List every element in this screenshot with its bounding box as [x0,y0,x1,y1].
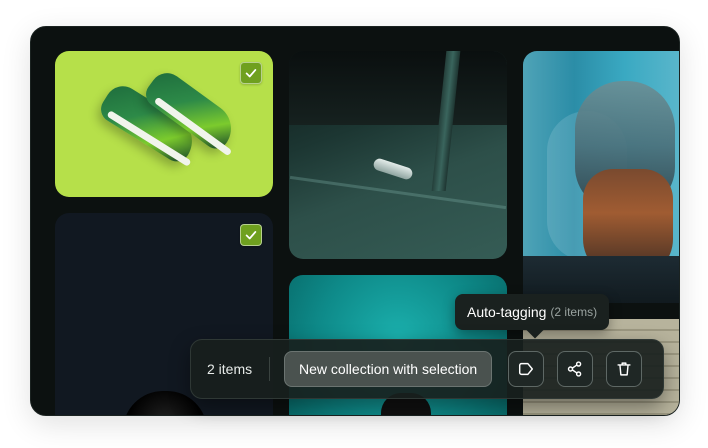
tooltip-label: Auto-tagging [467,304,547,320]
delete-button[interactable] [606,351,643,387]
car-window [289,51,507,125]
car-door-handle [372,157,414,181]
share-icon [568,361,582,377]
checkmark-icon [245,231,257,240]
selected-checkbox[interactable] [240,62,262,84]
divider [269,357,270,381]
image-tile-car-door[interactable] [289,51,507,259]
auto-tagging-tooltip: Auto-tagging (2 items) [455,294,610,330]
selection-count: 2 items [207,361,253,377]
selection-action-bar: 2 items New collection with selection [190,339,664,399]
image-tile-bearded-man[interactable] [523,51,679,303]
checkmark-icon [245,69,257,78]
tag-icon [519,362,534,376]
selected-checkbox[interactable] [240,224,262,246]
auto-tag-button[interactable] [508,351,545,387]
image-tile-sneakers[interactable] [55,51,273,197]
tooltip-count: (2 items) [550,305,598,319]
trash-icon [617,362,631,376]
new-collection-button[interactable]: New collection with selection [284,351,493,387]
car-crease [289,175,507,210]
share-button[interactable] [557,351,594,387]
